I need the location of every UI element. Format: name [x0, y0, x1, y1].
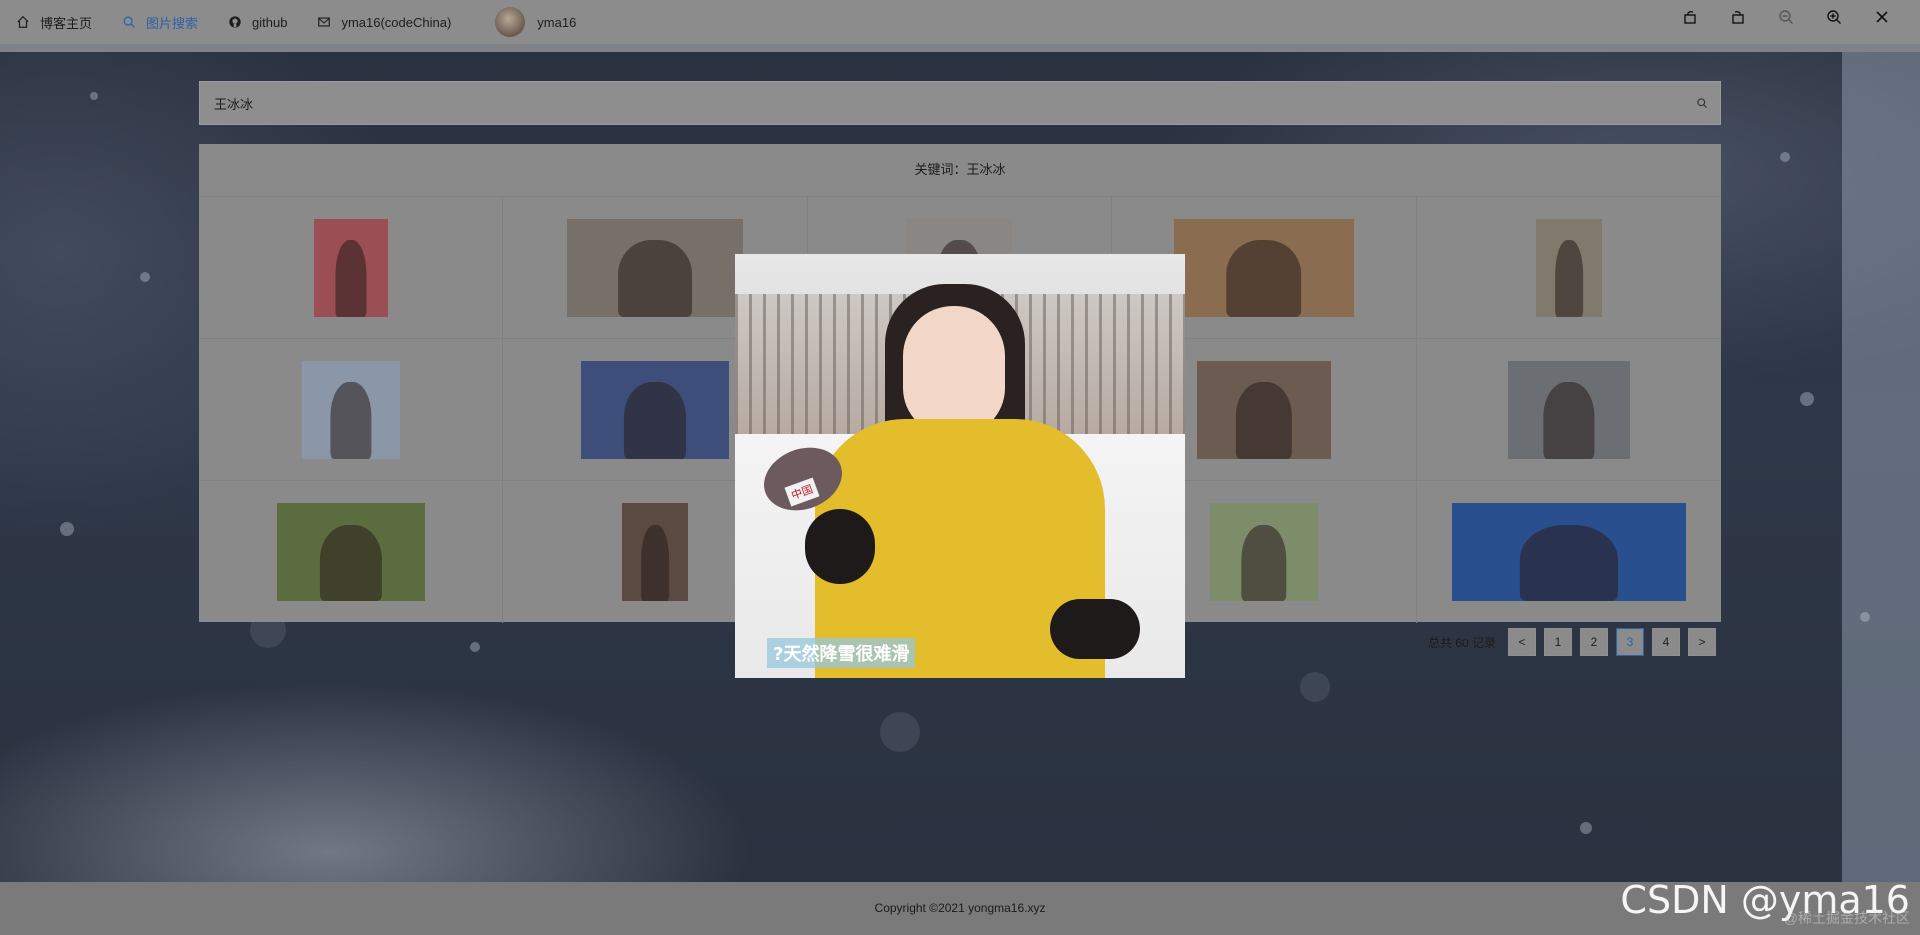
rotate-left-button[interactable]: [1666, 9, 1714, 25]
watermark-sub: @稀土掘金技术社区: [1783, 910, 1910, 926]
thumbnail-image[interactable]: [581, 360, 730, 459]
thumbnail-image[interactable]: [313, 218, 388, 317]
thumbnail-image[interactable]: [1196, 360, 1331, 459]
avatar: [495, 7, 526, 37]
preview-toolbar: [1666, 0, 1906, 34]
snowflake: [1300, 672, 1330, 702]
next-page-button[interactable]: >: [1688, 628, 1716, 656]
preview-caption: ?天然降雪很难滑: [767, 638, 916, 668]
snowflake: [60, 522, 74, 536]
thumbnail-image[interactable]: [1173, 218, 1354, 317]
nav-item-user[interactable]: yma16: [465, 0, 590, 44]
thumbnail-image[interactable]: [1535, 218, 1602, 317]
nav-item-blog-home[interactable]: 博客主页: [0, 0, 106, 44]
result-cell[interactable]: [1417, 481, 1721, 623]
nav-item-codechina[interactable]: yma16(codeChina): [301, 0, 465, 44]
thumbnail-image[interactable]: [622, 503, 689, 601]
snowflake: [1860, 612, 1870, 622]
thumbnail-image[interactable]: [1507, 360, 1630, 459]
nav-item-label: 图片搜索: [146, 15, 199, 31]
search-icon[interactable]: [1696, 97, 1708, 109]
snowflake: [880, 712, 920, 752]
mail-icon: [318, 17, 331, 27]
snowflake: [90, 92, 98, 100]
thumbnail-image[interactable]: [1209, 503, 1318, 601]
result-cell[interactable]: [199, 481, 504, 623]
result-cell[interactable]: [1416, 339, 1721, 481]
snowflake: [1580, 822, 1592, 834]
rotate-left-icon: [1684, 11, 1696, 24]
zoom-out-button[interactable]: [1762, 9, 1810, 25]
rotate-right-icon: [1732, 11, 1744, 24]
zoom-out-icon: [1779, 10, 1793, 24]
thumbnail-image[interactable]: [1451, 503, 1686, 601]
background-edge: [1842, 52, 1920, 882]
nav-item-github[interactable]: github: [212, 0, 301, 44]
glove-left: [805, 509, 875, 584]
snowflake: [1780, 152, 1790, 162]
thumbnail-image[interactable]: [301, 360, 400, 459]
search-icon: [123, 16, 135, 28]
thumbnail-image[interactable]: [567, 218, 744, 317]
results-title: 关键词：王冰冰: [199, 144, 1721, 197]
nav-divider: [0, 44, 1920, 52]
thumbnail-image[interactable]: [276, 503, 425, 601]
page-button[interactable]: 1: [1544, 628, 1572, 656]
home-icon: [17, 15, 29, 28]
zoom-in-button[interactable]: [1810, 9, 1858, 25]
result-cell[interactable]: [199, 339, 504, 481]
nav-item-label: yma16(codeChina): [341, 14, 452, 30]
nav-item-label: 博客主页: [40, 15, 93, 31]
total-records: 总共 60 记录: [1427, 635, 1496, 650]
page-button[interactable]: 4: [1652, 628, 1680, 656]
snowflake: [1800, 392, 1814, 406]
pagination: 总共 60 记录 < 1 2 3 4 >: [1428, 628, 1716, 656]
snowflake: [140, 272, 150, 282]
preview-face: [903, 306, 1005, 436]
close-icon: [1876, 11, 1888, 23]
result-cell[interactable]: [199, 197, 504, 339]
nav-item-label: yma16: [537, 14, 577, 30]
rotate-right-button[interactable]: [1714, 9, 1762, 25]
result-cell[interactable]: [1416, 197, 1721, 339]
top-nav: 博客主页 图片搜索 github yma16(codeChina) yma16: [0, 0, 1920, 52]
nav-item-label: github: [252, 14, 288, 30]
prev-page-button[interactable]: <: [1508, 628, 1536, 656]
search-input[interactable]: [212, 94, 1696, 112]
snowflake: [470, 642, 480, 652]
page-button-current[interactable]: 3: [1616, 628, 1644, 656]
image-preview[interactable]: 中国 ?天然降雪很难滑: [735, 254, 1185, 678]
close-button[interactable]: [1858, 9, 1906, 25]
copyright-text: Copyright ©2021 yongma16.xyz: [874, 901, 1046, 915]
zoom-in-icon: [1827, 10, 1841, 24]
github-icon: [229, 16, 241, 28]
search-bar: [199, 81, 1721, 125]
glove-right: [1050, 599, 1140, 659]
nav-item-image-search[interactable]: 图片搜索: [106, 0, 212, 52]
page-button[interactable]: 2: [1580, 628, 1608, 656]
